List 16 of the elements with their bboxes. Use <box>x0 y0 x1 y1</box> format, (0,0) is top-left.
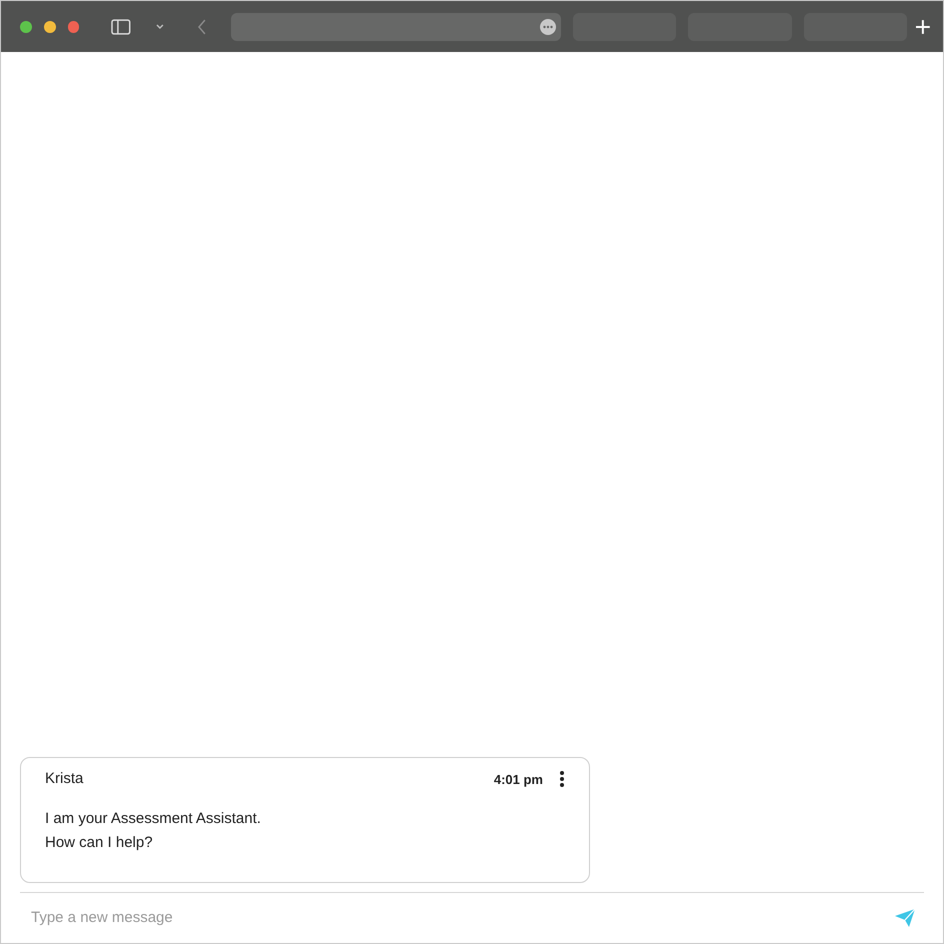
more-icon[interactable] <box>538 18 557 36</box>
back-icon[interactable] <box>197 18 207 36</box>
window-close-button[interactable] <box>68 20 80 32</box>
chevron-down-icon[interactable] <box>155 22 166 30</box>
message-text: I am your Assessment Assistant. <box>45 808 261 828</box>
message-time: 4:01 pm <box>494 770 543 789</box>
sender-name: Krista <box>45 769 84 789</box>
sidebar-icon[interactable] <box>111 18 132 34</box>
send-icon[interactable] <box>894 908 916 928</box>
address-bar[interactable] <box>230 12 561 40</box>
message-text: How can I help? <box>45 832 153 852</box>
window-zoom-button[interactable] <box>20 20 32 32</box>
window-minimize-button[interactable] <box>44 20 56 32</box>
more-vertical-icon[interactable] <box>559 770 565 788</box>
message-field[interactable]: Type a new message <box>29 906 894 930</box>
new-tab-icon[interactable] <box>915 18 932 34</box>
